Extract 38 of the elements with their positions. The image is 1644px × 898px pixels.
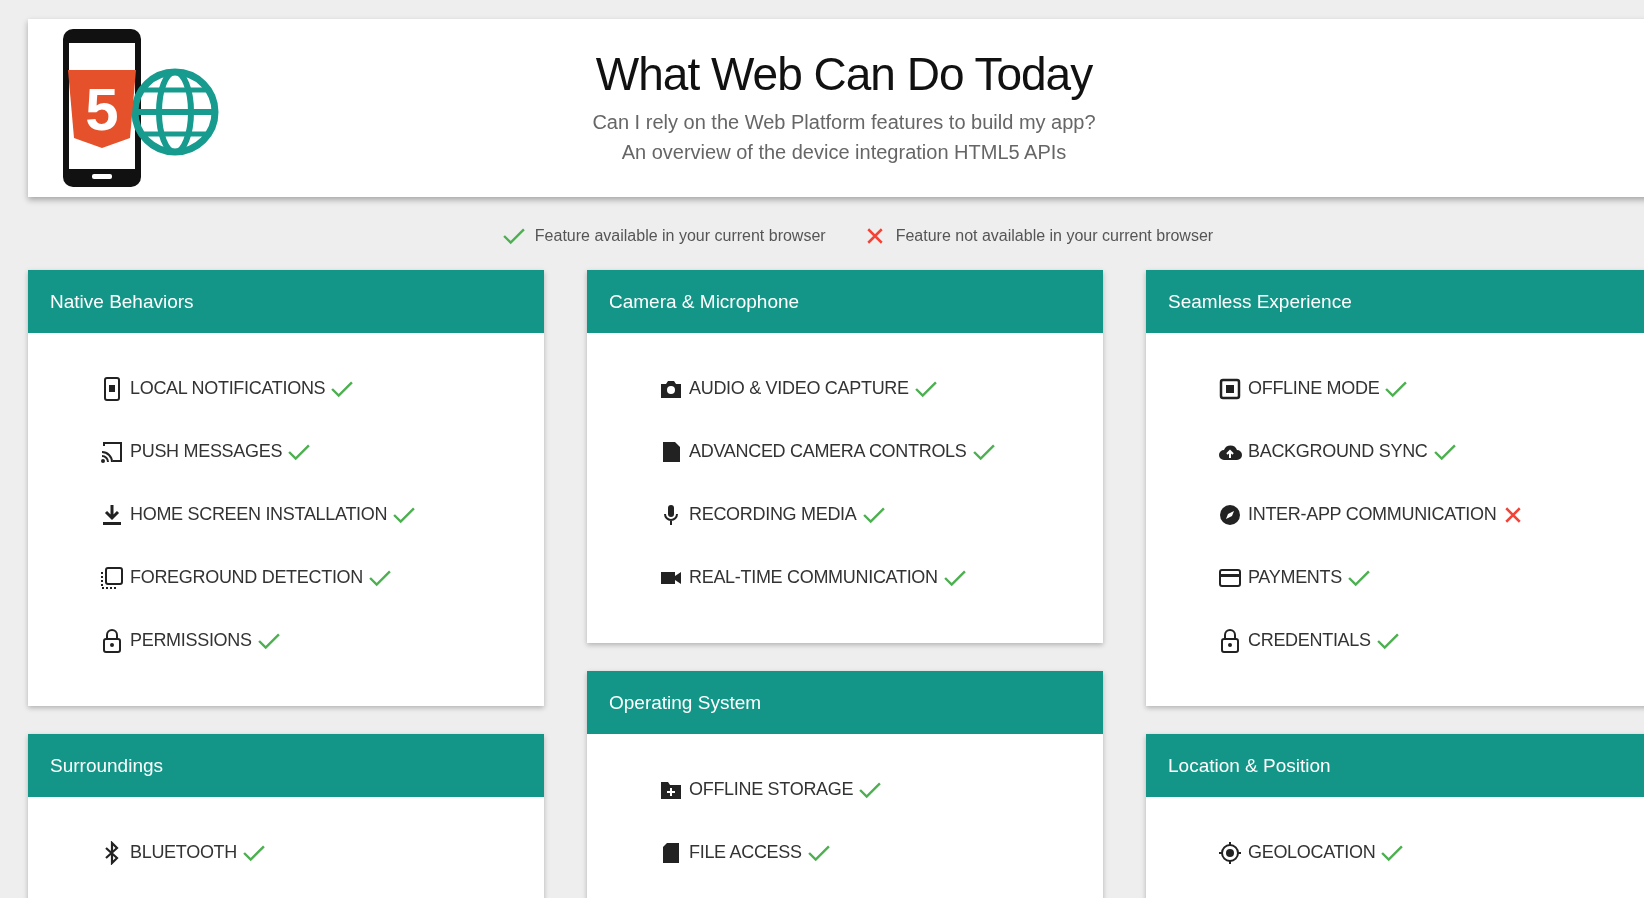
legend-label: Feature not available in your current browser [895, 227, 1214, 245]
feature-label[interactable]: REAL-TIME COMMUNICATION [689, 567, 938, 588]
card-title: Surroundings [50, 754, 164, 777]
feature-label[interactable]: OFFLINE STORAGE [689, 779, 854, 800]
window-icon [100, 565, 124, 590]
feature-label[interactable]: CREDENTIALS [1248, 630, 1371, 651]
feature-label[interactable]: FOREGROUND DETECTION [130, 567, 363, 588]
feature-label[interactable]: PAYMENTS [1248, 567, 1342, 588]
feature-label[interactable]: PUSH MESSAGES [130, 441, 283, 462]
card-title: Native Behaviors [50, 290, 194, 313]
feature-label[interactable]: LOCAL NOTIFICATIONS [130, 378, 326, 399]
page-title: What Web Can Do Today [594, 47, 1094, 101]
feature-label[interactable]: HOME SCREEN INSTALLATION [130, 504, 388, 525]
cast-icon [100, 439, 124, 464]
compass-icon [1218, 502, 1242, 527]
feature-label[interactable]: FILE ACCESS [689, 842, 802, 863]
card-title: Camera & Microphone [609, 290, 800, 313]
lock-icon [1218, 628, 1242, 653]
card-title: Seamless Experience [1168, 290, 1352, 313]
lock-icon [100, 628, 124, 653]
feature-label[interactable]: BACKGROUND SYNC [1248, 441, 1428, 462]
download-icon [100, 502, 124, 527]
feature-label[interactable]: RECORDING MEDIA [689, 504, 857, 525]
feature-label[interactable]: GEOLOCATION [1248, 842, 1376, 863]
feature-label[interactable]: ADVANCED CAMERA CONTROLS [689, 441, 967, 462]
subtitle: Can I rely on the Web Platform features to build my app? [591, 110, 1097, 135]
feature-label[interactable]: INTER-APP COMMUNICATION [1248, 504, 1497, 525]
feature-label[interactable]: BLUETOOTH [130, 842, 237, 863]
square-icon [1218, 376, 1242, 401]
subtitle: An overview of the device integration HTML5 APIs [620, 140, 1068, 165]
card-title: Operating System [609, 691, 762, 714]
card-title: Location & Position [1168, 754, 1331, 777]
feature-label[interactable]: OFFLINE MODE [1248, 378, 1380, 399]
feature-label[interactable]: AUDIO & VIDEO CAPTURE [689, 378, 909, 399]
crosshair-icon [1218, 840, 1242, 865]
legend-label: Feature available in your current browser [534, 227, 826, 245]
feature-label[interactable]: PERMISSIONS [130, 630, 252, 651]
logo-drawing: 5 [60, 25, 220, 191]
